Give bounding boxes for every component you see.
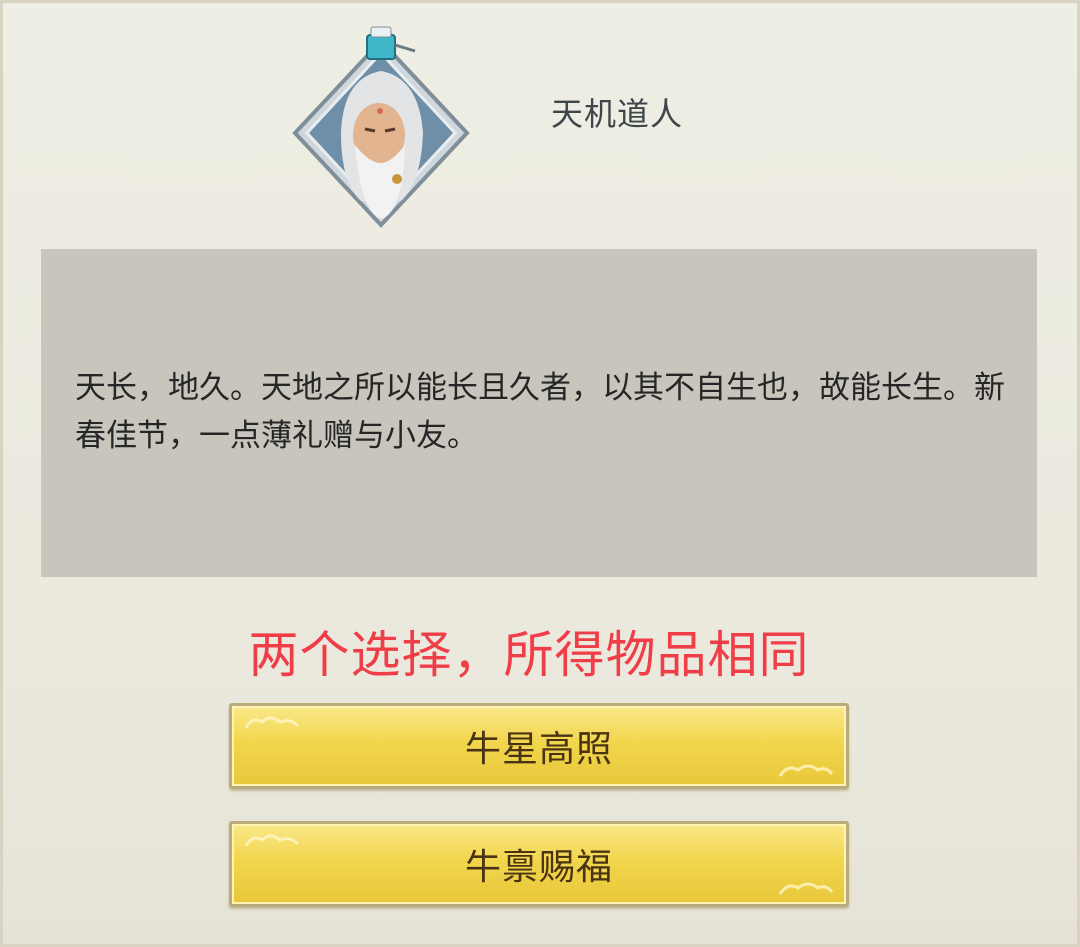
hint-label: 两个选择，所得物品相同: [248, 626, 810, 684]
hint-text: 两个选择，所得物品相同: [3, 615, 1080, 687]
dialog-text: 天长，地久。天地之所以能长且久者，以其不自生也，故能长生。新春佳节，一点薄礼赠与…: [75, 370, 1005, 454]
npc-portrait: [291, 23, 471, 233]
cloud-ornament-icon: [778, 764, 834, 777]
choice-label-2: 牛禀赐福: [464, 847, 613, 888]
dialog-panel: 天机道人 天长，地久。天地之所以能长且久者，以其不自生也，故能长生。新春佳节，一…: [0, 0, 1080, 947]
choice-button-1[interactable]: 牛星高照: [229, 703, 849, 789]
npc-name: 天机道人: [551, 95, 684, 133]
cloud-ornament-icon: [244, 716, 300, 729]
choice-button-2[interactable]: 牛禀赐福: [229, 821, 849, 907]
cloud-ornament-icon: [244, 834, 300, 847]
choice-label-1: 牛星高照: [464, 729, 613, 770]
dialog-box: 天长，地久。天地之所以能长且久者，以其不自生也，故能长生。新春佳节，一点薄礼赠与…: [41, 249, 1037, 577]
cloud-ornament-icon: [778, 882, 834, 895]
old-sage-portrait-icon: [292, 26, 470, 228]
